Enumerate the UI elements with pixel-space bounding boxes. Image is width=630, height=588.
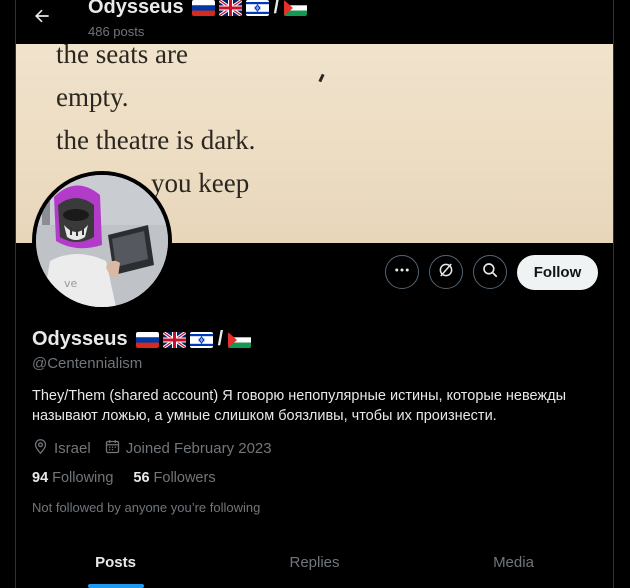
not-followed-note: Not followed by anyone you’re following <box>32 500 261 515</box>
banner-text-line: empty. <box>56 82 129 112</box>
tab-posts-label: Posts <box>95 554 136 571</box>
back-button[interactable] <box>26 2 58 34</box>
profile-tabs: Posts Replies Media <box>16 536 613 588</box>
grok-icon <box>437 261 455 284</box>
header-title: Odysseus / <box>88 0 308 19</box>
profile-name-row: Odysseus / <box>32 328 252 351</box>
tab-replies[interactable]: Replies <box>215 536 414 588</box>
more-icon <box>393 261 411 284</box>
tab-posts[interactable]: Posts <box>16 536 215 588</box>
uk-flag-icon <box>218 0 242 16</box>
following-count: 94 <box>32 470 49 486</box>
follow-counts: 94 Following 56 Followers <box>32 470 216 486</box>
banner-text-line: you keep <box>151 168 250 198</box>
russia-flag-icon <box>135 331 159 348</box>
search-button[interactable] <box>473 255 507 289</box>
location-item: Israel <box>32 438 91 459</box>
following-link[interactable]: 94 Following <box>32 470 113 486</box>
following-label: Following <box>52 470 114 486</box>
header-flag-separator: / <box>273 0 280 18</box>
palestine-flag-icon <box>284 0 308 16</box>
more-button[interactable] <box>385 255 419 289</box>
avatar-photo: ve <box>36 175 168 307</box>
uk-flag-icon <box>162 331 186 348</box>
followers-label: Followers <box>153 470 216 486</box>
followers-count: 56 <box>133 470 150 486</box>
follow-button[interactable]: Follow <box>517 255 598 290</box>
grok-button[interactable] <box>429 255 463 289</box>
followers-link[interactable]: 56 Followers <box>133 470 215 486</box>
israel-flag-icon <box>245 0 269 16</box>
banner-ink-mark <box>318 73 325 83</box>
location-text: Israel <box>54 440 91 457</box>
banner-text-line: the theatre is dark. <box>56 125 256 155</box>
profile-name: Odysseus <box>32 328 128 350</box>
joined-text: Joined February 2023 <box>125 440 272 457</box>
header-name: Odysseus <box>88 0 184 18</box>
location-pin-icon <box>32 438 49 459</box>
palestine-flag-icon <box>228 331 252 348</box>
tab-replies-label: Replies <box>289 554 340 571</box>
profile-bio: They/Them (shared account) Я говорю непо… <box>32 388 567 424</box>
post-count: 486 posts <box>88 24 145 39</box>
search-icon <box>481 261 499 284</box>
israel-flag-icon <box>189 331 213 348</box>
top-header: Odysseus / 486 posts <box>0 0 630 44</box>
tab-media-label: Media <box>493 554 534 571</box>
profile-meta: Israel Joined February 2023 <box>32 438 285 459</box>
joined-item: Joined February 2023 <box>104 438 272 459</box>
profile-handle: @Centennialism <box>32 355 143 372</box>
profile-flag-separator: / <box>217 328 224 350</box>
banner-text-line: the seats are <box>56 44 188 69</box>
avatar[interactable]: ve <box>32 171 172 311</box>
arrow-left-icon <box>32 6 52 31</box>
russia-flag-icon <box>191 0 215 16</box>
svg-text:ve: ve <box>64 277 78 290</box>
profile-flags: / <box>135 328 252 351</box>
active-tab-indicator <box>87 584 144 588</box>
calendar-icon <box>104 438 121 459</box>
header-flags: / <box>191 0 308 19</box>
tab-media[interactable]: Media <box>414 536 613 588</box>
